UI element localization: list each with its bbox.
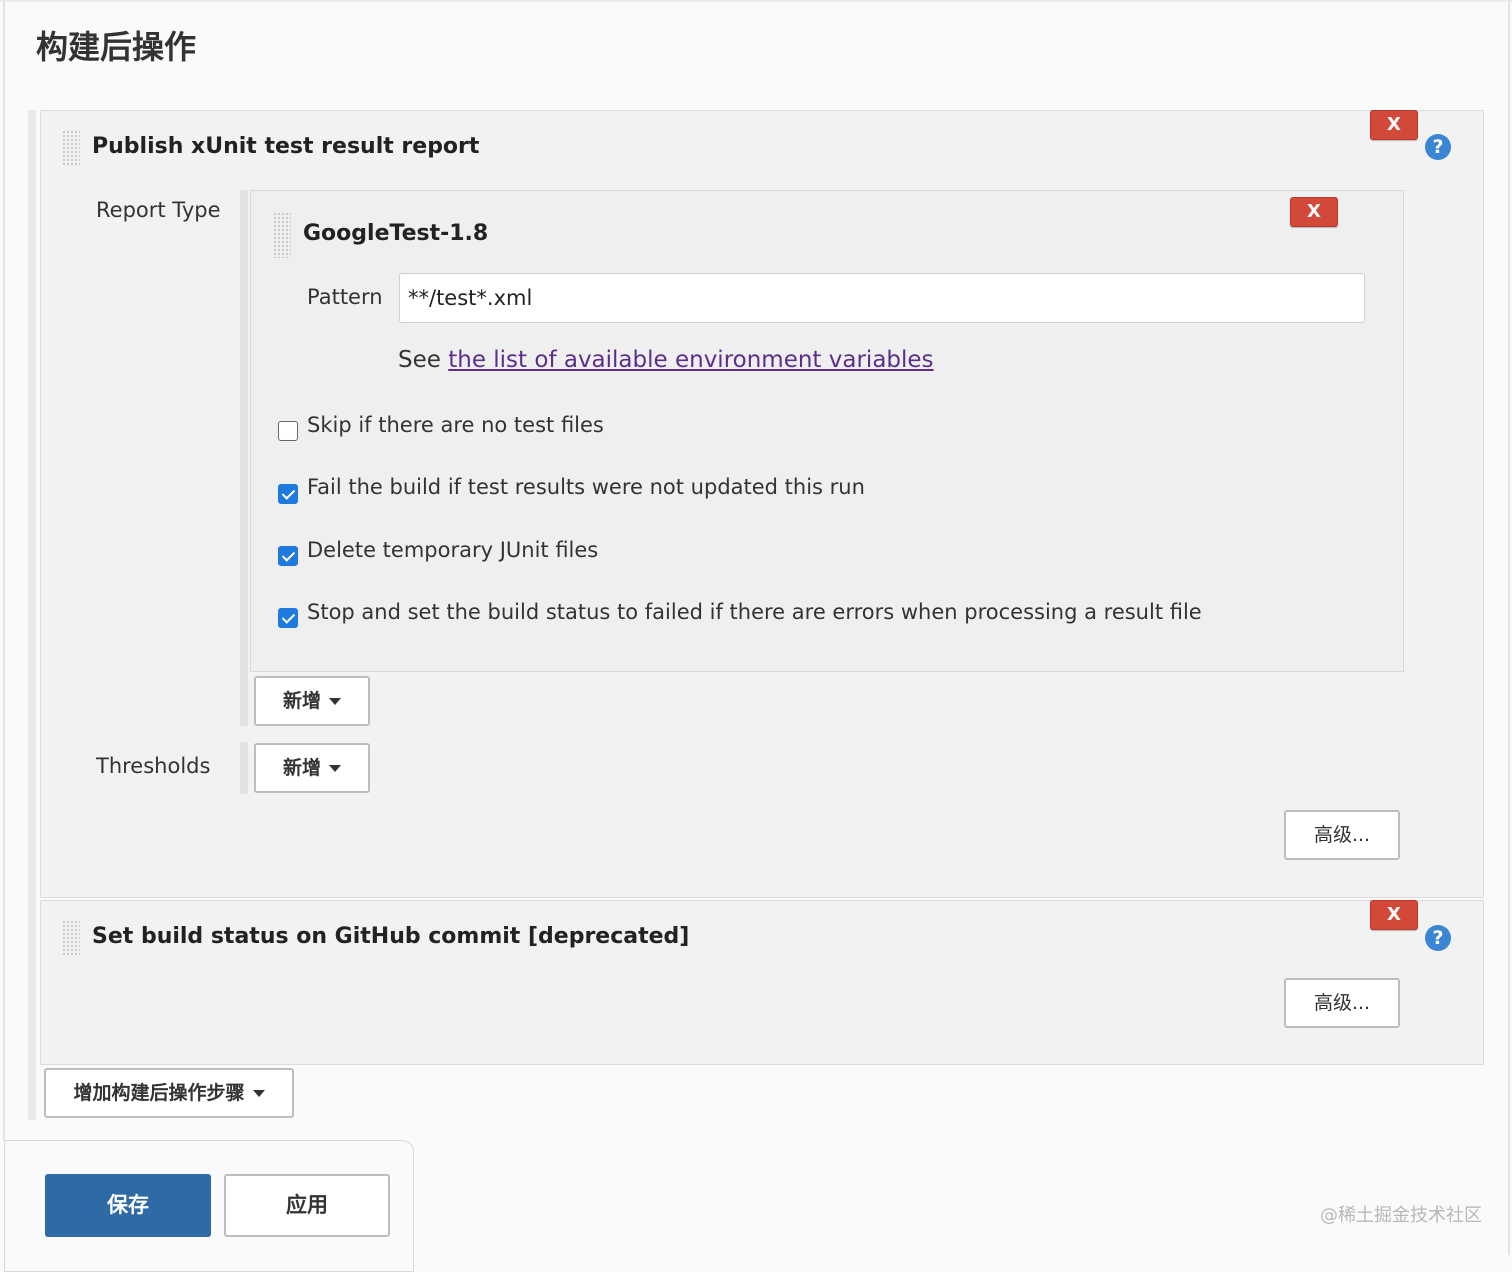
delete-report-button[interactable]: X bbox=[1290, 197, 1338, 227]
drag-handle-icon[interactable] bbox=[62, 920, 80, 956]
add-threshold-label: 新增 bbox=[282, 757, 321, 779]
delete-github-button[interactable]: X bbox=[1370, 900, 1418, 930]
add-post-build-step-label: 增加构建后操作步骤 bbox=[73, 1082, 245, 1104]
help-icon[interactable]: ? bbox=[1425, 134, 1451, 160]
delete-xunit-button[interactable]: X bbox=[1370, 110, 1418, 140]
drag-handle-icon[interactable] bbox=[273, 212, 291, 258]
report-type-bar bbox=[240, 190, 248, 726]
skip-no-test-files-label[interactable]: Skip if there are no test files bbox=[307, 413, 604, 437]
pattern-label: Pattern bbox=[307, 285, 383, 309]
add-report-button[interactable]: 新增 bbox=[254, 676, 370, 726]
caret-down-icon bbox=[252, 1090, 265, 1097]
watermark: @稀土掘金技术社区 bbox=[1320, 1205, 1482, 1226]
report-title: GoogleTest-1.8 bbox=[303, 221, 489, 246]
stop-on-errors-checkbox[interactable] bbox=[278, 608, 298, 628]
env-vars-link[interactable]: the list of available environment variab… bbox=[448, 347, 933, 373]
github-advanced-button[interactable]: 高级... bbox=[1284, 978, 1400, 1028]
page: 构建后操作 Publish xUnit test result report X… bbox=[0, 0, 1512, 1272]
add-post-build-step-button[interactable]: 增加构建后操作步骤 bbox=[44, 1068, 294, 1118]
pattern-input[interactable] bbox=[399, 273, 1365, 323]
help-icon[interactable]: ? bbox=[1425, 925, 1451, 951]
github-block-title: Set build status on GitHub commit [depre… bbox=[92, 924, 690, 949]
caret-down-icon bbox=[329, 765, 341, 772]
section-title: 构建后操作 bbox=[36, 28, 197, 66]
save-button[interactable]: 保存 bbox=[45, 1174, 211, 1237]
fail-build-not-updated-label[interactable]: Fail the build if test results were not … bbox=[307, 475, 865, 499]
report-type-label: Report Type bbox=[96, 198, 221, 222]
thresholds-label: Thresholds bbox=[96, 754, 211, 778]
drag-handle-icon[interactable] bbox=[62, 130, 80, 166]
caret-down-icon bbox=[329, 698, 341, 705]
thresholds-bar bbox=[240, 742, 248, 794]
apply-button[interactable]: 应用 bbox=[224, 1174, 390, 1237]
delete-temp-junit-checkbox[interactable] bbox=[278, 546, 298, 566]
env-vars-prefix: See bbox=[398, 347, 441, 373]
xunit-advanced-button[interactable]: 高级... bbox=[1284, 810, 1400, 860]
left-border bbox=[3, 0, 5, 1140]
xunit-block-title: Publish xUnit test result report bbox=[92, 134, 480, 159]
stop-on-errors-label[interactable]: Stop and set the build status to failed … bbox=[307, 600, 1202, 624]
env-vars-hint: See the list of available environment va… bbox=[398, 347, 934, 373]
add-threshold-button[interactable]: 新增 bbox=[254, 743, 370, 793]
add-report-label: 新增 bbox=[282, 690, 321, 712]
fail-build-not-updated-checkbox[interactable] bbox=[278, 484, 298, 504]
group-bar bbox=[28, 110, 36, 1120]
delete-temp-junit-label[interactable]: Delete temporary JUnit files bbox=[307, 538, 598, 562]
right-border bbox=[1508, 0, 1510, 1255]
skip-no-test-files-checkbox[interactable] bbox=[278, 421, 298, 441]
top-border bbox=[0, 0, 1512, 2]
